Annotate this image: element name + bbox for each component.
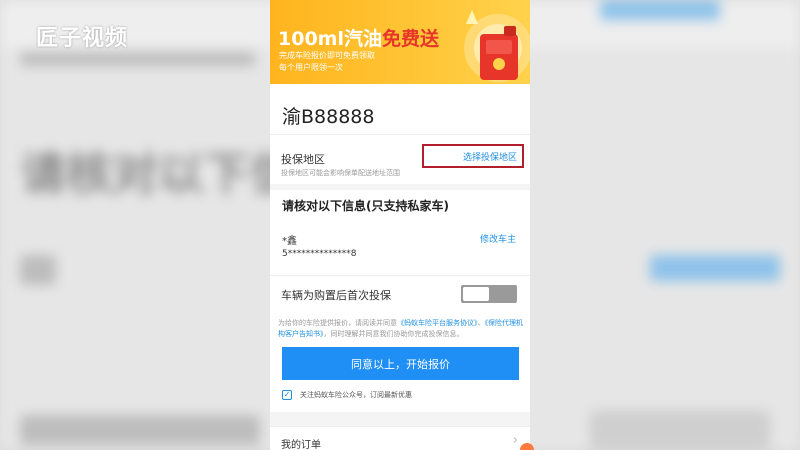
phone-screen: 100ml汽油免费送 完成车险报价即可免费领取 每个用户限领一次 渝B88888… [270, 0, 530, 450]
fuel-can-icon [464, 10, 530, 82]
background-text-blur [20, 415, 260, 445]
agreement-text-mid: 、 [477, 319, 485, 327]
promo-subtitle-1: 完成车险报价即可免费领取 [279, 51, 375, 60]
background-text-blur [20, 255, 56, 285]
agreement-text-before: 为给你的车险提供报价，请阅读并同意 [278, 319, 397, 327]
watermark: 匠子视频 [36, 26, 129, 51]
region-row: 投保地区 投保地区可能会影响保单配送地址范围 选择投保地区 [270, 134, 530, 188]
agreement-text-after: ，同时理解并同意我们协助你完成投保信息。 [323, 330, 464, 338]
agreement-text: 为给你的车险提供报价，请阅读并同意《蚂蚁车险平台服务协议》、《保险代理机构客户告… [278, 318, 524, 340]
promo-title: 100ml汽油免费送 [278, 24, 439, 51]
first-insure-label: 车辆为购置后首次投保 [281, 289, 391, 302]
background-text-blur [20, 52, 255, 66]
follow-checkbox[interactable]: ✓ [282, 390, 292, 400]
verify-info-title: 请核对以下信息(只支持私家车) [282, 199, 449, 213]
select-region-link[interactable]: 选择投保地区 [422, 144, 524, 168]
promo-subtitle-2: 每个用户限领一次 [279, 63, 343, 72]
license-plate: 渝B88888 [282, 106, 375, 128]
region-label: 投保地区 [281, 153, 325, 166]
first-insure-row: 车辆为购置后首次投保 [270, 275, 530, 311]
owner-name: *鑫 [282, 236, 297, 247]
promo-banner[interactable]: 100ml汽油免费送 完成车险报价即可免费领取 每个用户限领一次 [270, 0, 530, 84]
my-orders-row[interactable]: 我的订单 › [270, 426, 530, 450]
region-hint: 投保地区可能会影响保单配送地址范围 [281, 169, 400, 177]
floating-badge-icon[interactable] [520, 443, 534, 450]
background-link-blur [650, 255, 780, 281]
section-divider [270, 184, 530, 190]
section-divider [270, 412, 530, 426]
promo-title-highlight: 免费送 [381, 28, 439, 50]
first-insure-toggle[interactable] [461, 285, 517, 303]
follow-row: ✓ 关注蚂蚁车险公众号，订阅最新优惠 [282, 389, 412, 401]
edit-owner-link[interactable]: 修改车主 [480, 232, 516, 245]
follow-text: 关注蚂蚁车险公众号，订阅最新优惠 [300, 391, 412, 399]
background-link-blur [600, 0, 720, 20]
background-toggle-blur [590, 410, 770, 450]
platform-agreement-link[interactable]: 《蚂蚁车险平台服务协议》 [397, 319, 478, 327]
my-orders-label: 我的订单 [281, 440, 321, 450]
chevron-right-icon: › [512, 433, 518, 448]
promo-title-main: 100ml汽油 [278, 28, 382, 50]
owner-id-number: 5**************8 [282, 249, 357, 259]
agree-start-quote-button[interactable]: 同意以上，开始报价 [282, 347, 519, 380]
toggle-knob [463, 287, 489, 301]
